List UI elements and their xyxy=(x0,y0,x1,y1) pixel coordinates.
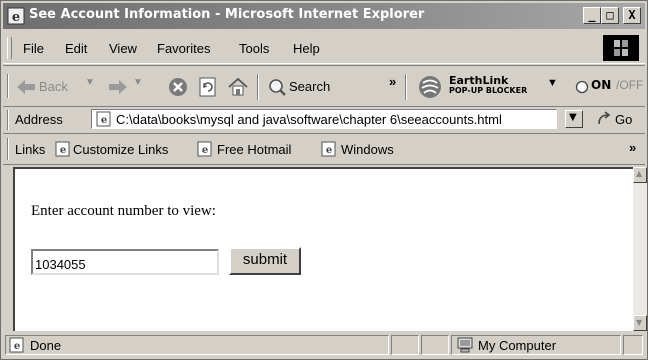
links-label: Links xyxy=(15,142,46,157)
back-button[interactable]: Back ▼ xyxy=(15,76,101,98)
status-bar: e Done My Computer xyxy=(3,333,645,357)
links-bar: Links e Customize Links e Free Hotmail e… xyxy=(3,133,645,165)
window-title: See Account Information - Microsoft Inte… xyxy=(29,7,425,22)
scroll-up-button[interactable]: ▲ xyxy=(633,167,647,183)
chevron-down-icon: ▼ xyxy=(569,112,577,123)
chevron-down-icon: ▼ xyxy=(133,77,143,88)
earthlink-popup-blocker[interactable]: EarthLink POP-UP BLOCKER ▼ xyxy=(417,72,567,102)
toolbar-overflow-button[interactable]: » xyxy=(389,74,396,89)
chevron-down-icon[interactable]: ▼ xyxy=(547,77,558,89)
menu-file[interactable]: File xyxy=(23,41,44,56)
address-dropdown-button[interactable]: ▼ xyxy=(565,110,583,128)
windows-logo-icon xyxy=(603,35,639,61)
popup-blocker-label: POP-UP BLOCKER xyxy=(449,86,528,95)
account-number-input[interactable] xyxy=(31,249,219,275)
browser-window: e See Account Information - Microsoft In… xyxy=(0,0,648,360)
menu-favorites[interactable]: Favorites xyxy=(157,41,210,56)
menu-edit[interactable]: Edit xyxy=(65,41,87,56)
home-icon[interactable] xyxy=(227,76,249,98)
toolbar-separator xyxy=(257,74,259,100)
address-label: Address xyxy=(15,112,63,127)
go-label: Go xyxy=(615,112,633,127)
menu-view[interactable]: View xyxy=(109,41,137,56)
maximize-button[interactable]: □ xyxy=(601,7,619,24)
link-free-hotmail[interactable]: e Free Hotmail xyxy=(197,140,307,160)
search-button[interactable]: Search xyxy=(267,76,347,98)
off-label: /OFF xyxy=(616,78,644,92)
chevron-down-icon: ▼ xyxy=(636,318,643,327)
svg-text:e: e xyxy=(202,145,208,156)
link-label: Free Hotmail xyxy=(217,142,292,157)
toolbar-separator xyxy=(405,74,407,100)
minimize-button[interactable]: _ xyxy=(583,7,601,24)
stop-icon[interactable] xyxy=(167,76,189,98)
ie-page-icon: e xyxy=(197,141,212,157)
toolbar-grip[interactable] xyxy=(7,37,12,59)
link-customize-links[interactable]: e Customize Links xyxy=(55,140,175,160)
page-content: Enter account number to view: submit xyxy=(13,167,633,331)
ie-page-icon: e xyxy=(9,337,24,353)
svg-text:e: e xyxy=(60,145,66,156)
computer-icon xyxy=(457,337,473,353)
chevron-up-icon: ▲ xyxy=(636,169,643,178)
back-label: Back xyxy=(39,79,68,94)
page-icon: e xyxy=(96,111,111,127)
toolbar-grip[interactable] xyxy=(7,138,9,160)
svg-text:e: e xyxy=(101,115,107,126)
toolbar-grip[interactable] xyxy=(7,74,9,98)
submit-button[interactable]: submit xyxy=(229,247,301,275)
security-zone-panel: My Computer xyxy=(451,335,621,355)
svg-text:e: e xyxy=(14,341,20,352)
link-label: Windows xyxy=(341,142,394,157)
svg-text:e: e xyxy=(12,10,20,25)
title-bar[interactable]: e See Account Information - Microsoft In… xyxy=(3,3,645,29)
links-overflow-button[interactable]: » xyxy=(629,140,636,155)
svg-text:e: e xyxy=(326,145,332,156)
menu-bar: File Edit View Favorites Tools Help xyxy=(3,33,645,64)
address-url: C:\data\books\mysql and java\software\ch… xyxy=(116,112,502,127)
forward-button[interactable]: ▼ xyxy=(107,76,153,98)
standard-toolbar: Back ▼ ▼ Search » EarthLink POP-UP BLOCK… xyxy=(3,65,645,107)
forward-arrow-icon xyxy=(109,80,127,94)
resize-grip[interactable] xyxy=(623,335,643,355)
close-button[interactable]: X xyxy=(623,7,641,24)
address-input[interactable]: e C:\data\books\mysql and java\software\… xyxy=(91,109,557,129)
link-label: Customize Links xyxy=(73,142,169,157)
ie-icon: e xyxy=(7,7,25,25)
refresh-icon[interactable] xyxy=(197,76,219,98)
go-button[interactable]: Go xyxy=(595,110,643,130)
ie-page-icon: e xyxy=(321,141,336,157)
status-text-panel: e Done xyxy=(5,335,389,355)
earthlink-logo-icon xyxy=(419,76,441,98)
search-label: Search xyxy=(289,79,331,94)
go-arrow-icon xyxy=(598,111,611,125)
status-text: Done xyxy=(30,338,62,353)
search-icon xyxy=(269,79,286,96)
zone-label: My Computer xyxy=(478,338,557,353)
back-arrow-icon xyxy=(17,80,35,94)
address-bar: Address e C:\data\books\mysql and java\s… xyxy=(3,106,645,133)
status-panel xyxy=(421,335,449,355)
toolbar-grip[interactable] xyxy=(7,110,9,130)
on-label: ON xyxy=(591,78,612,92)
menu-help[interactable]: Help xyxy=(293,41,320,56)
ie-page-icon: e xyxy=(55,141,70,157)
status-panel xyxy=(391,335,419,355)
scroll-down-button[interactable]: ▼ xyxy=(633,315,647,331)
link-windows[interactable]: e Windows xyxy=(321,140,411,160)
vertical-scrollbar[interactable]: ▲ ▼ xyxy=(633,167,647,331)
account-prompt: Enter account number to view: xyxy=(31,203,216,219)
chevron-down-icon: ▼ xyxy=(85,77,95,88)
menu-tools[interactable]: Tools xyxy=(239,41,269,56)
on-off-radio-icon[interactable] xyxy=(575,80,589,94)
